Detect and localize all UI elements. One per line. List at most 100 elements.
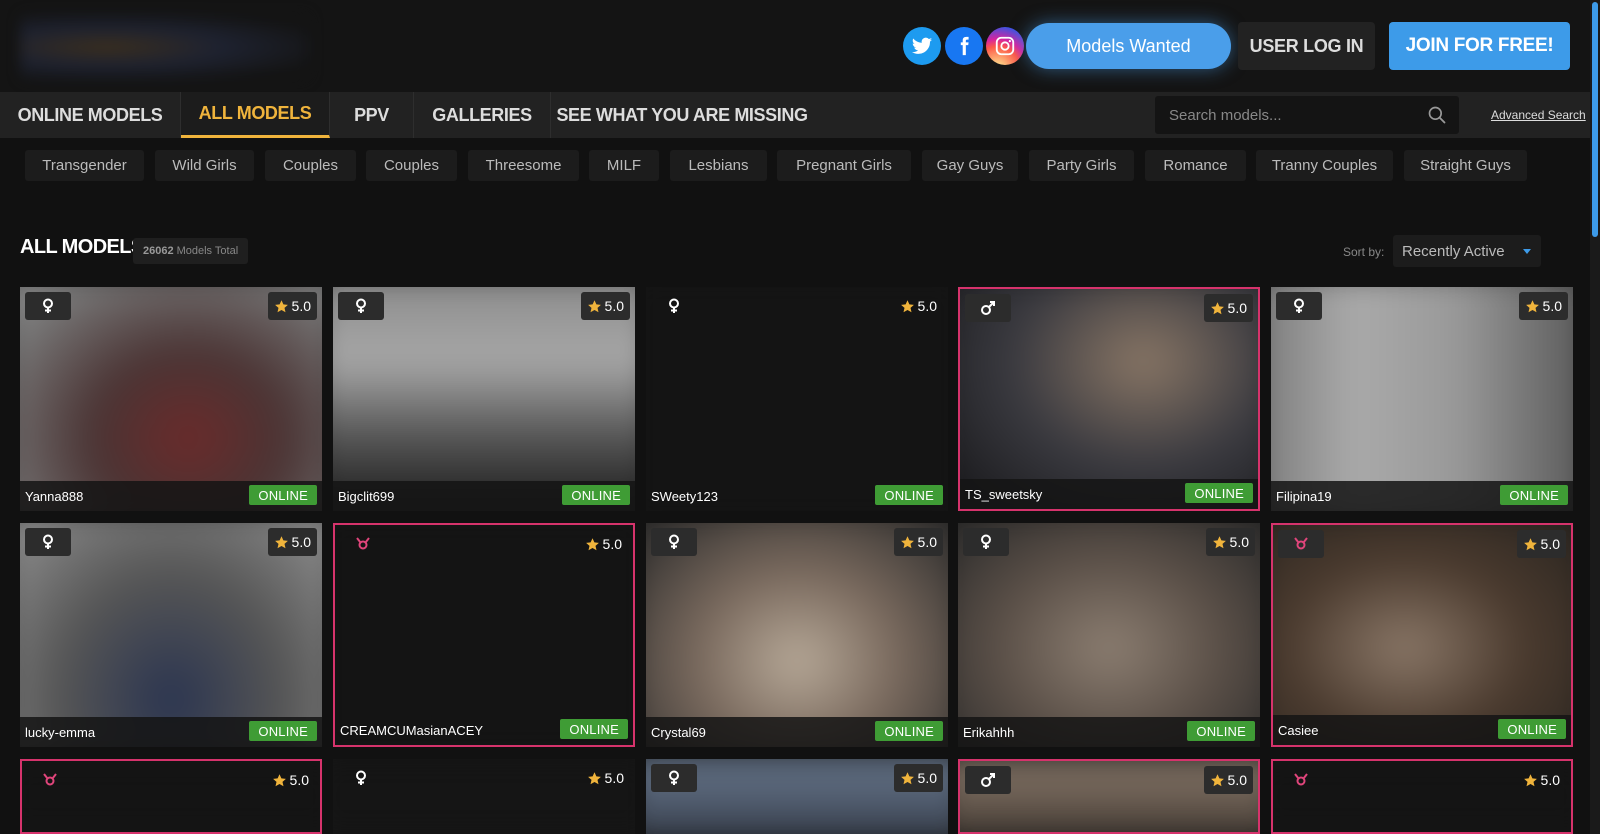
model-name[interactable]: TS_sweetsky (965, 487, 1042, 502)
rating-badge: 5.0 (1203, 294, 1253, 322)
status-badge: ONLINE (249, 721, 317, 741)
model-thumbnail[interactable] (646, 523, 948, 747)
model-name[interactable]: SWeety123 (651, 489, 718, 504)
model-card-footer: CREAMCUMasianACEY ONLINE (335, 715, 633, 745)
model-name[interactable]: Crystal69 (651, 725, 706, 740)
model-card[interactable]: 5.0 Crystal69 ONLINE (646, 523, 948, 747)
models-wanted-button[interactable]: Models Wanted (1026, 23, 1231, 69)
model-thumbnail[interactable] (646, 287, 948, 511)
model-card[interactable]: 5.0 (958, 759, 1260, 834)
tag-couples[interactable]: Couples (265, 150, 356, 181)
site-header: Models Wanted USER LOG IN JOIN FOR FREE! (0, 0, 1590, 92)
tag-lesbians[interactable]: Lesbians (670, 150, 767, 181)
advanced-search-link[interactable]: Advanced Search (1491, 108, 1586, 122)
model-card-footer: Yanna888 ONLINE (20, 481, 322, 511)
model-card[interactable]: 5.0 lucky-emma ONLINE (20, 523, 322, 747)
tag-pregnant-girls[interactable]: Pregnant Girls (777, 150, 911, 181)
model-card[interactable]: 5.0 Erikahhh ONLINE (958, 523, 1260, 747)
tag-tranny-couples[interactable]: Tranny Couples (1256, 150, 1393, 181)
model-card-footer: Casiee ONLINE (1273, 715, 1571, 745)
model-card[interactable]: 5.0 (333, 759, 635, 834)
scrollbar-thumb[interactable] (1592, 2, 1598, 237)
page-scrollbar[interactable] (1590, 0, 1600, 834)
rating-badge: 5.0 (1517, 766, 1566, 794)
model-card-footer: Crystal69 ONLINE (646, 717, 948, 747)
sort-select[interactable]: Recently Active (1393, 235, 1541, 267)
model-name[interactable]: Filipina19 (1276, 489, 1332, 504)
nav-all-models[interactable]: ALL MODELS (181, 92, 330, 138)
model-card[interactable]: 5.0 TS_sweetsky ONLINE (958, 287, 1260, 511)
rating-value: 5.0 (1540, 772, 1560, 788)
tag-romance[interactable]: Romance (1145, 150, 1246, 181)
model-card[interactable]: 5.0 Casiee ONLINE (1271, 523, 1573, 747)
rating-value: 5.0 (291, 298, 311, 314)
join-free-button[interactable]: JOIN FOR FREE! (1389, 22, 1570, 70)
rating-value: 5.0 (917, 534, 937, 550)
nav-see-what-missing[interactable]: SEE WHAT YOU ARE MISSING (551, 92, 813, 138)
status-badge: ONLINE (1500, 485, 1568, 505)
models-total-badge: 26062 Models Total (133, 238, 249, 264)
twitter-icon[interactable] (903, 27, 941, 65)
rating-badge: 5.0 (893, 764, 943, 792)
model-name[interactable]: lucky-emma (25, 725, 95, 740)
female-icon (651, 528, 697, 556)
rating-badge: 5.0 (894, 292, 943, 320)
instagram-icon[interactable] (986, 27, 1024, 65)
rating-badge: 5.0 (1205, 528, 1255, 556)
rating-value: 5.0 (604, 770, 624, 786)
model-card[interactable]: 5.0 SWeety123 ONLINE (646, 287, 948, 511)
models-total-label: Models Total (176, 245, 239, 257)
star-icon (272, 773, 290, 788)
tag-threesome[interactable]: Threesome (468, 150, 579, 181)
tag-transgender[interactable]: Transgender (25, 150, 144, 181)
tag-wild-girls[interactable]: Wild Girls (155, 150, 254, 181)
rating-badge: 5.0 (267, 292, 317, 320)
model-card[interactable]: 5.0 Filipina19 ONLINE (1271, 287, 1573, 511)
model-name[interactable]: CREAMCUMasianACEY (340, 723, 483, 738)
rating-badge: 5.0 (1516, 530, 1566, 558)
model-card[interactable]: 5.0 (646, 759, 948, 834)
status-badge: ONLINE (1185, 483, 1253, 503)
nav-galleries[interactable]: GALLERIES (414, 92, 551, 138)
model-card[interactable]: 5.0 Yanna888 ONLINE (20, 287, 322, 511)
model-card-footer: TS_sweetsky ONLINE (960, 479, 1258, 509)
rating-value: 5.0 (289, 772, 309, 788)
search-icon[interactable] (1427, 105, 1447, 130)
female-icon (1276, 292, 1322, 320)
tag-party-girls[interactable]: Party Girls (1029, 150, 1134, 181)
nav-online-models[interactable]: ONLINE MODELS (0, 92, 181, 138)
model-name[interactable]: Yanna888 (25, 489, 83, 504)
rating-value: 5.0 (1540, 536, 1560, 552)
search-input[interactable] (1169, 96, 1419, 134)
status-badge: ONLINE (1187, 721, 1255, 741)
model-thumbnail[interactable] (20, 287, 322, 511)
model-card[interactable]: 5.0 Bigclit699 ONLINE (333, 287, 635, 511)
tag-couples-2[interactable]: Couples (366, 150, 457, 181)
model-thumbnail[interactable] (333, 287, 635, 511)
status-badge: ONLINE (1498, 719, 1566, 739)
star-icon (1523, 537, 1541, 552)
model-name[interactable]: Erikahhh (963, 725, 1014, 740)
tag-milf[interactable]: MILF (589, 150, 659, 181)
model-card-footer: SWeety123 ONLINE (646, 481, 948, 511)
model-card[interactable]: 5.0 (20, 759, 322, 834)
site-logo[interactable] (20, 14, 310, 80)
model-thumbnail[interactable] (958, 523, 1260, 747)
tag-gay-guys[interactable]: Gay Guys (922, 150, 1018, 181)
model-thumbnail[interactable] (1271, 287, 1573, 511)
model-name[interactable]: Bigclit699 (338, 489, 394, 504)
rating-badge: 5.0 (581, 764, 630, 792)
nav-ppv[interactable]: PPV (330, 92, 414, 138)
model-card[interactable]: 5.0 CREAMCUMasianACEY ONLINE (333, 523, 635, 747)
star-icon (900, 535, 918, 550)
rating-badge: 5.0 (1518, 292, 1568, 320)
rating-value: 5.0 (1227, 772, 1247, 788)
facebook-icon[interactable] (945, 27, 983, 65)
model-name[interactable]: Casiee (1278, 723, 1318, 738)
tag-straight-guys[interactable]: Straight Guys (1404, 150, 1527, 181)
rating-value: 5.0 (602, 536, 622, 552)
user-login-button[interactable]: USER LOG IN (1238, 22, 1375, 70)
model-card-footer: Filipina19 ONLINE (1271, 481, 1573, 511)
model-thumbnail[interactable] (20, 523, 322, 747)
model-card[interactable]: 5.0 (1271, 759, 1573, 834)
